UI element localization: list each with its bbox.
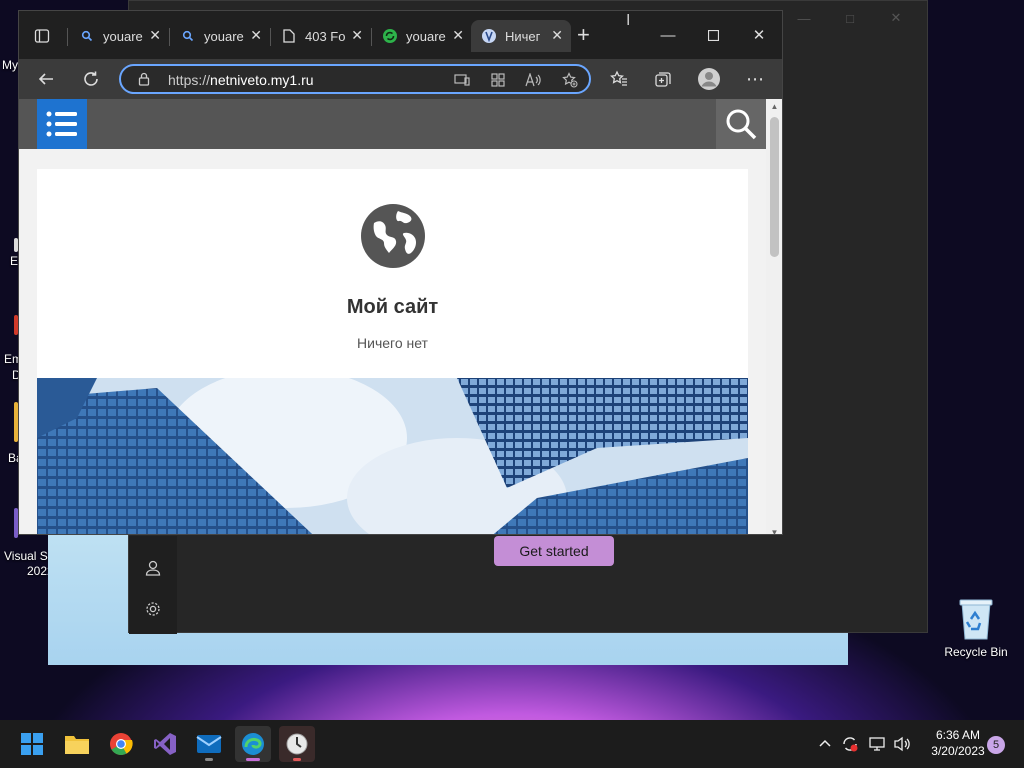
scroll-down-arrow-icon[interactable]: ▼ [770,528,779,534]
tab-2[interactable]: youare ✕ [170,20,270,52]
file-explorer-icon[interactable] [59,726,95,762]
search-icon [79,28,95,44]
browser-toolbar: https://netniveto.my1.ru ⋯ [19,59,782,99]
tray-chevron-up-icon[interactable] [818,720,832,768]
edge-browser-window: youare ✕ youare ✕ 403 Fo ✕ youare ✕ Ниче… [18,10,783,535]
person-icon[interactable] [143,559,163,579]
site-icon [481,28,497,44]
site-intro-card: Мой сайт Ничего нет [37,169,748,379]
profile-avatar-icon[interactable] [697,67,721,91]
minimize-icon[interactable]: — [781,7,827,29]
vertical-scrollbar[interactable]: ▲ ▼ [766,99,782,534]
notification-badge[interactable]: 5 [987,736,1005,754]
mail-icon[interactable] [191,726,227,762]
recycle-bin[interactable]: Recycle Bin [944,597,1008,659]
app-available-icon[interactable] [453,71,471,89]
close-icon[interactable]: ✕ [149,27,161,44]
start-windows-icon[interactable] [14,726,50,762]
text-cursor-icon: I [626,12,631,29]
clock-date: 3/20/2023 [931,744,985,758]
taskbar: 6:36 AM 3/20/2023 [0,720,1024,768]
desktop-label-e: E [10,254,19,268]
background-window-controls: — □ ✕ [781,7,919,29]
tab-1[interactable]: youare ✕ [69,20,169,52]
site-header [19,99,766,149]
close-icon[interactable]: ✕ [736,21,782,49]
tab-5-active[interactable]: Ничег ✕ [471,20,571,52]
tab-strip: youare ✕ youare ✕ 403 Fo ✕ youare ✕ Ниче… [19,11,782,59]
background-app-sidebar [129,536,177,634]
hero-image-skyscrapers [37,378,748,534]
gear-icon[interactable] [143,600,163,620]
tab-actions-icon[interactable] [29,23,55,49]
chrome-icon[interactable] [103,726,139,762]
desktop-label-my: My [2,58,18,72]
recycle-bin-label: Recycle Bin [944,645,1008,659]
scroll-up-arrow-icon[interactable]: ▲ [770,102,779,111]
close-icon[interactable]: ✕ [250,27,262,44]
running-indicator [205,758,213,761]
refresh-green-icon [382,28,398,44]
get-started-button[interactable]: Get started [494,536,614,566]
maximize-icon[interactable] [690,21,736,49]
volume-icon[interactable] [893,720,911,768]
lock-icon[interactable] [138,72,150,89]
minimize-icon[interactable]: — [645,21,691,49]
new-tab-plus-icon[interactable]: + [577,24,590,46]
clock-app-icon[interactable] [279,726,315,762]
close-icon[interactable]: ✕ [551,27,563,44]
tab-4[interactable]: youare ✕ [372,20,472,52]
desktop-label-visual-studio: Visual St [4,549,52,563]
read-aloud-icon[interactable] [524,71,542,89]
network-icon[interactable] [869,720,887,768]
site-description: Ничего нет [357,335,428,351]
globe-icon [360,203,426,269]
back-arrow-icon[interactable] [34,67,58,91]
close-icon[interactable]: ✕ [351,27,363,44]
page-icon [281,28,297,44]
taskbar-clock[interactable]: 6:36 AM 3/20/2023 [918,727,998,759]
tab-title: Ничег [505,28,541,44]
favorites-icon[interactable] [607,67,631,91]
tab-title: youare [204,28,244,44]
site-search-icon[interactable] [716,99,766,149]
recycle-bin-icon [959,599,993,640]
visual-studio-icon[interactable] [147,726,183,762]
page-viewport: Мой сайт Ничего нет [19,99,766,534]
extensions-grid-icon[interactable] [489,71,507,89]
menu-list-icon[interactable] [37,99,87,149]
running-indicator [293,758,301,761]
tab-title: youare [103,28,143,44]
running-indicator [246,758,260,761]
url-scheme: https:// [168,72,211,88]
scroll-thumb[interactable] [770,117,779,257]
collections-icon[interactable] [651,67,675,91]
add-favorite-icon[interactable] [561,71,579,89]
url-text[interactable]: https://netniveto.my1.ru [168,72,314,88]
sync-icon[interactable] [841,720,859,768]
tab-title: youare [406,28,446,44]
search-icon [180,28,196,44]
url-host: netniveto.my1.ru [210,72,314,88]
refresh-icon[interactable] [79,67,103,91]
close-icon[interactable]: ✕ [873,7,919,29]
site-title: Мой сайт [346,296,439,318]
tab-3[interactable]: 403 Fo ✕ [271,20,371,52]
tab-separator [67,28,68,46]
close-icon[interactable]: ✕ [452,27,464,44]
edge-icon[interactable] [235,726,271,762]
more-options-icon[interactable]: ⋯ [743,67,767,91]
maximize-icon[interactable]: □ [827,7,873,29]
address-bar[interactable]: https://netniveto.my1.ru [119,64,591,94]
clock-time: 6:36 AM [935,728,981,742]
tab-title: 403 Fo [305,28,346,44]
